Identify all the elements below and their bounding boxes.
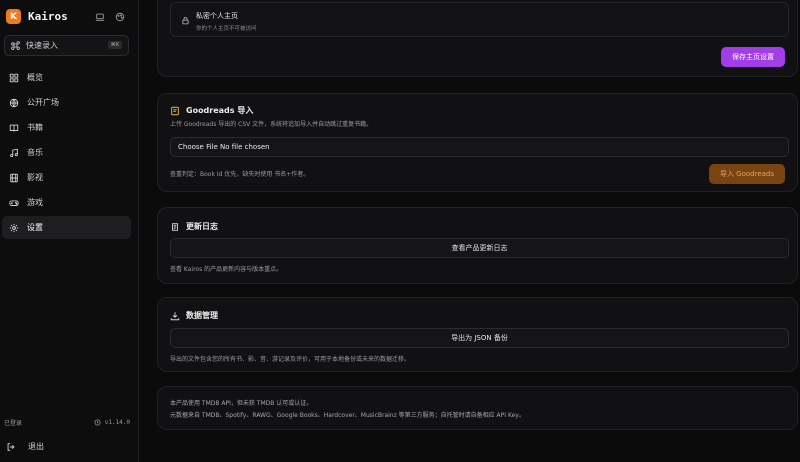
palette-icon[interactable] [115, 12, 125, 22]
data-management-card: 数据管理 导出为 JSON 备份 导出的文件包含您的所有书、影、音、游记录及评价… [157, 297, 798, 372]
export-description: 导出的文件包含您的所有书、影、音、游记录及评价，可用于本地备份或未来的数据迁移。 [170, 356, 411, 363]
login-status: 已登录 [4, 420, 23, 427]
gear-icon [9, 223, 19, 232]
sidebar-item-games[interactable]: 游戏 [2, 191, 131, 214]
scroll-icon [172, 222, 178, 231]
sidebar-item-label: 书籍 [27, 123, 43, 132]
privacy-description: 你的个人主页不可被访问 [196, 26, 257, 32]
logout-button[interactable]: 退出 [6, 441, 44, 452]
sidebar-item-label: 设置 [27, 223, 43, 232]
attribution-card: 本产品使用 TMDB API，但未获 TMDB 认可或认证。 元数据来自 TMD… [157, 386, 798, 430]
goodreads-title-label: Goodreads 导入 [186, 106, 254, 115]
sidebar-item-label: 影视 [27, 173, 43, 182]
shortcut-badge: ⌘K [107, 41, 122, 49]
quick-entry-button[interactable]: 快速录入 ⌘K [4, 35, 129, 56]
sidebar-item-books[interactable]: 书籍 [2, 116, 131, 139]
sidebar-item-settings[interactable]: 设置 [2, 216, 131, 239]
goodreads-description: 上传 Goodreads 导出的 CSV 文件，系统将追加导入并自动跳过重复书籍… [170, 121, 373, 128]
metadata-sources: 元数据来自 TMDB、Spotify、RAWG、Google Books、Har… [170, 412, 525, 419]
changelog-description: 查看 Kairos 的产品更新内容与版本重点。 [170, 266, 283, 273]
sidebar-item-overview[interactable]: 概览 [2, 66, 131, 89]
tmdb-disclaimer: 本产品使用 TMDB API，但未获 TMDB 认可或认证。 [170, 400, 313, 407]
sidebar-item-plaza[interactable]: 公开广场 [2, 91, 131, 114]
privacy-option[interactable]: 私密个人主页 你的个人主页不可被访问 [170, 2, 789, 37]
dedupe-note: 查重判定：Book Id 优先，缺失时使用 书名+作者。 [170, 171, 310, 178]
download-icon [170, 311, 180, 320]
profile-settings-card: 私密个人主页 你的个人主页不可被访问 保存主页设置 [157, 0, 798, 77]
privacy-title: 私密个人主页 [196, 12, 238, 20]
logout-label: 退出 [28, 442, 44, 451]
changelog-title: 更新日志 [170, 221, 218, 232]
sidebar-item-label: 音乐 [27, 148, 43, 157]
import-goodreads-button[interactable]: 导入 Goodreads [709, 164, 785, 184]
brand[interactable]: K Kairos [6, 9, 68, 24]
app-name: Kairos [28, 10, 68, 23]
csv-file-input[interactable]: Choose File No file chosen [170, 137, 789, 157]
goodreads-title: Goodreads 导入 [170, 105, 253, 116]
goodreads-card: Goodreads 导入 上传 Goodreads 导出的 CSV 文件，系统将… [157, 93, 798, 192]
command-icon [11, 41, 20, 50]
goodreads-icon [171, 106, 179, 115]
book-icon [9, 124, 19, 131]
sidebar-item-film[interactable]: 影视 [2, 166, 131, 189]
version-info: v1.14.0 [94, 419, 130, 426]
data-management-title-label: 数据管理 [186, 311, 218, 320]
sidebar-item-label: 概览 [27, 73, 43, 82]
gamepad-icon [9, 199, 19, 206]
app-logo: K [6, 9, 21, 24]
save-profile-button[interactable]: 保存主页设置 [721, 47, 785, 67]
lock-icon [182, 17, 189, 25]
sidebar: K Kairos 快速录入 ⌘K 概览 公开广场 书籍 音乐 影视 游戏 设置 … [0, 0, 139, 462]
data-management-title: 数据管理 [170, 310, 218, 321]
sidebar-nav: 概览 公开广场 书籍 音乐 影视 游戏 设置 [0, 66, 139, 241]
changelog-card: 更新日志 查看产品更新日志 查看 Kairos 的产品更新内容与版本重点。 [157, 207, 798, 284]
quick-entry-label: 快速录入 [26, 41, 58, 50]
status-row: 已登录 v1.14.0 [4, 418, 130, 427]
version-icon [94, 419, 101, 426]
changelog-title-label: 更新日志 [186, 222, 218, 231]
view-changelog-button[interactable]: 查看产品更新日志 [170, 238, 789, 258]
sidebar-item-music[interactable]: 音乐 [2, 141, 131, 164]
film-icon [10, 173, 18, 182]
music-icon [10, 148, 18, 157]
sidebar-item-label: 公开广场 [27, 98, 59, 107]
export-json-button[interactable]: 导出为 JSON 备份 [170, 328, 789, 348]
version-label: v1.14.0 [104, 419, 130, 426]
laptop-icon[interactable] [95, 12, 105, 22]
sidebar-item-label: 游戏 [27, 198, 43, 207]
logout-icon [7, 442, 15, 451]
grid-icon [9, 73, 19, 82]
globe-icon [9, 98, 19, 107]
